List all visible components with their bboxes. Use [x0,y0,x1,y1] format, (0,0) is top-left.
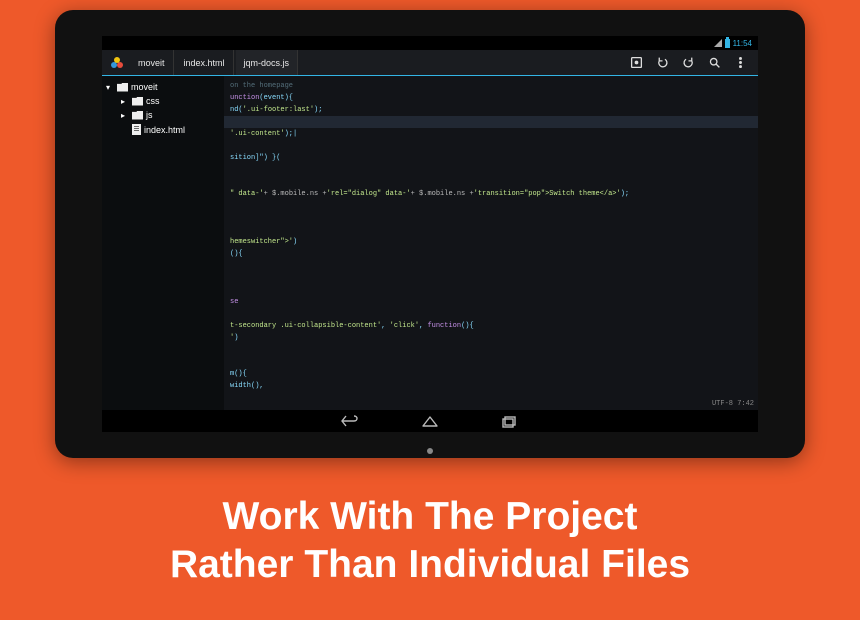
code-line: m(){ [230,368,752,380]
overflow-menu-button[interactable] [728,51,752,75]
code-line: ') [230,332,752,344]
code-line [230,116,752,128]
editor-statusline: UTF-8 7:42 [712,398,754,410]
code-line: " data-'+ $.mobile.ns +'rel="dialog" dat… [230,188,752,200]
code-line: (){ [230,248,752,260]
code-line: '.ui-content');| [230,128,752,140]
tab-label: moveit [138,58,165,68]
file-tree: ▾ moveit ▸ css ▸ js [102,76,224,410]
code-line [230,212,752,224]
code-line: nd('.ui-footer:last'); [230,104,752,116]
caption-line-2: Rather Than Individual Files [0,541,860,590]
save-button[interactable] [624,51,648,75]
code-editor[interactable]: on the homepageunction(event){nd('.ui-fo… [224,76,758,410]
redo-button[interactable] [676,51,700,75]
tree-item-js[interactable]: ▸ js [102,108,224,122]
tab-label: jqm-docs.js [244,58,290,68]
tablet-frame: 11:54 moveit index.html jqm-docs.js [55,10,805,458]
tree-label: index.html [144,125,185,135]
action-bar: moveit index.html jqm-docs.js [102,50,758,76]
code-line: se [230,296,752,308]
tree-item-index-html[interactable]: index.html [102,122,224,137]
recent-apps-button[interactable] [500,414,520,428]
screen: 11:54 moveit index.html jqm-docs.js [102,36,758,432]
chevron-right-icon: ▸ [121,97,129,106]
code-line: sition]") }( [230,152,752,164]
tab-index-html[interactable]: index.html [176,50,234,75]
code-line: hemeswitcher">') [230,236,752,248]
code-line: t-secondary .ui-collapsible-content', 'c… [230,320,752,332]
code-line [230,260,752,272]
tree-label: js [146,110,153,120]
tab-jqm-docs-js[interactable]: jqm-docs.js [236,50,299,75]
code-line [230,164,752,176]
code-line [230,200,752,212]
folder-icon [132,111,143,120]
code-line [230,140,752,152]
tree-item-css[interactable]: ▸ css [102,94,224,108]
content-area: ▾ moveit ▸ css ▸ js [102,76,758,410]
code-line: unction(event){ [230,92,752,104]
tree-label: moveit [131,82,158,92]
back-button[interactable] [340,414,360,428]
code-line [230,176,752,188]
caption-line-1: Work With The Project [0,493,860,542]
battery-icon [725,39,730,48]
chevron-down-icon: ▾ [106,83,114,92]
android-status-bar: 11:54 [102,36,758,50]
undo-button[interactable] [650,51,674,75]
code-line [230,308,752,320]
chevron-right-icon: ▸ [121,111,129,120]
app-icon[interactable] [108,54,126,72]
status-time: 11:54 [733,39,752,48]
marketing-caption: Work With The Project Rather Than Indivi… [0,493,860,591]
code-line [230,284,752,296]
code-line [230,272,752,284]
wifi-icon [714,39,722,47]
code-line [230,356,752,368]
folder-icon [117,83,128,92]
tab-moveit[interactable]: moveit [130,50,174,75]
tablet-camera-dot [427,448,433,454]
tree-label: css [146,96,160,106]
home-button[interactable] [420,414,440,428]
file-icon [132,124,141,135]
code-line: on the homepage [230,80,752,92]
code-line [230,344,752,356]
search-button[interactable] [702,51,726,75]
folder-icon [132,97,143,106]
android-nav-bar [102,410,758,432]
code-line: width(), [230,380,752,392]
tab-label: index.html [184,58,225,68]
code-line [230,224,752,236]
tree-root-moveit[interactable]: ▾ moveit [102,80,224,94]
